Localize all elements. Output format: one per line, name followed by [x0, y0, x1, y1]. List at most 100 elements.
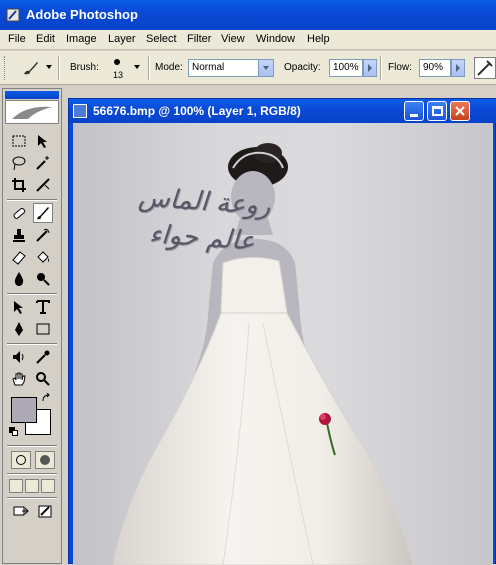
- foreground-color-swatch[interactable]: [11, 397, 37, 423]
- menu-filter[interactable]: Filter: [187, 33, 211, 45]
- menu-help[interactable]: Help: [307, 33, 330, 45]
- pen-tool[interactable]: [9, 319, 29, 339]
- mode-value: Normal: [192, 62, 225, 73]
- paint-bucket-icon: [37, 251, 49, 263]
- options-bar-grip[interactable]: [4, 56, 7, 80]
- opacity-field[interactable]: 100%: [329, 59, 363, 77]
- crop-tool[interactable]: [9, 175, 29, 195]
- app-title: Adobe Photoshop: [26, 7, 138, 22]
- standard-screen-mode-button[interactable]: [9, 479, 23, 493]
- menu-window[interactable]: Window: [256, 33, 295, 45]
- blur-drop-icon: [14, 272, 24, 286]
- path-select-icon: [14, 301, 23, 314]
- zoom-tool[interactable]: [33, 369, 53, 389]
- chevron-down-icon[interactable]: [46, 65, 52, 69]
- clone-stamp-tool[interactable]: [9, 225, 29, 245]
- menu-edit[interactable]: Edit: [36, 33, 55, 45]
- eraser-tool[interactable]: [9, 247, 29, 267]
- type-tool[interactable]: [33, 297, 53, 317]
- magic-wand-tool[interactable]: [33, 153, 53, 173]
- mode-label: Mode:: [155, 62, 183, 73]
- menu-view[interactable]: View: [221, 33, 245, 45]
- separator: [58, 56, 60, 80]
- eraser-icon: [12, 251, 26, 265]
- brush-label: Brush:: [70, 62, 99, 73]
- opacity-value: 100%: [333, 62, 359, 73]
- full-screen-mode-button[interactable]: [41, 479, 55, 493]
- menu-bar: File Edit Image Layer Select Filter View…: [0, 30, 496, 50]
- airbrush-toggle[interactable]: [474, 57, 496, 79]
- menu-select[interactable]: Select: [146, 33, 177, 45]
- toolbox-separator: [7, 199, 57, 201]
- dodge-icon: [37, 273, 50, 286]
- blur-tool[interactable]: [9, 269, 29, 289]
- brush-size: 13: [113, 70, 124, 80]
- shape-tool[interactable]: [33, 319, 53, 339]
- toolbox-title-bar[interactable]: [5, 91, 59, 99]
- notes-tool[interactable]: [9, 347, 29, 367]
- magnifier-icon: [36, 372, 50, 386]
- bride-in-gown-image: [112, 143, 414, 565]
- brush-tool-preset-icon[interactable]: [22, 60, 40, 76]
- slice-icon: [36, 178, 50, 192]
- opacity-slider-button[interactable]: [363, 59, 377, 77]
- mode-select[interactable]: Normal: [188, 59, 274, 77]
- magic-wand-icon: [36, 156, 49, 170]
- minimize-icon: [410, 114, 418, 117]
- toolbox-separator: [7, 497, 57, 499]
- move-tool[interactable]: [33, 131, 53, 151]
- lasso-tool[interactable]: [9, 153, 29, 173]
- standard-mode-button[interactable]: [11, 451, 31, 469]
- pen-icon: [15, 322, 23, 336]
- hand-tool[interactable]: [9, 369, 29, 389]
- paint-bucket-tool[interactable]: [33, 247, 53, 267]
- document-title: 56676.bmp @ 100% (Layer 1, RGB/8): [93, 104, 301, 118]
- maximize-icon: [432, 106, 443, 116]
- separator: [380, 56, 382, 80]
- file-browser-icon: [38, 505, 52, 518]
- chevron-down-icon[interactable]: [258, 60, 273, 76]
- maximize-button[interactable]: [427, 101, 447, 121]
- feather-icon: [12, 106, 52, 119]
- hand-icon: [12, 372, 26, 386]
- bandage-icon: [13, 207, 26, 219]
- document-window: 56676.bmp @ 100% (Layer 1, RGB/8) روعة ا…: [68, 98, 496, 565]
- move-icon: [38, 135, 47, 148]
- flow-value: 90%: [423, 62, 444, 73]
- brush-preview[interactable]: [112, 57, 122, 67]
- menu-image[interactable]: Image: [66, 33, 97, 45]
- healing-brush-tool[interactable]: [9, 203, 29, 223]
- close-button[interactable]: [450, 101, 470, 121]
- path-selection-tool[interactable]: [9, 297, 29, 317]
- menu-layer[interactable]: Layer: [108, 33, 136, 45]
- toolbox-separator: [7, 293, 57, 295]
- slice-tool[interactable]: [33, 175, 53, 195]
- history-brush-tool[interactable]: [33, 225, 53, 245]
- photoshop-app-icon: [6, 8, 20, 22]
- chevron-down-icon[interactable]: [134, 65, 140, 69]
- jump-to-imageready-button[interactable]: [9, 501, 33, 521]
- marquee-tool[interactable]: [9, 131, 29, 151]
- brush-tool[interactable]: [33, 203, 53, 223]
- airbrush-icon: [477, 60, 493, 76]
- document-title-bar[interactable]: 56676.bmp @ 100% (Layer 1, RGB/8): [69, 99, 496, 123]
- flow-slider-button[interactable]: [451, 59, 465, 77]
- crop-icon: [12, 178, 26, 192]
- document-icon: [73, 104, 87, 118]
- file-browser-button[interactable]: [35, 501, 55, 521]
- options-bar: Brush: 13 Mode: Normal Opacity: 100% Flo…: [0, 51, 496, 85]
- image-canvas[interactable]: روعة الماس عالم حواء: [73, 123, 493, 565]
- dodge-tool[interactable]: [33, 269, 53, 289]
- flow-field[interactable]: 90%: [419, 59, 451, 77]
- eyedropper-tool[interactable]: [33, 347, 53, 367]
- adobe-online-button[interactable]: [5, 100, 59, 124]
- toolbox-separator: [7, 473, 57, 475]
- full-screen-menu-mode-button[interactable]: [25, 479, 39, 493]
- default-colors-button[interactable]: [9, 427, 19, 437]
- menu-file[interactable]: File: [8, 33, 26, 45]
- quick-mask-mode-button[interactable]: [35, 451, 55, 469]
- swap-colors-icon[interactable]: [41, 393, 53, 405]
- minimize-button[interactable]: [404, 101, 424, 121]
- flow-label: Flow:: [388, 62, 412, 73]
- stamp-icon: [13, 229, 25, 242]
